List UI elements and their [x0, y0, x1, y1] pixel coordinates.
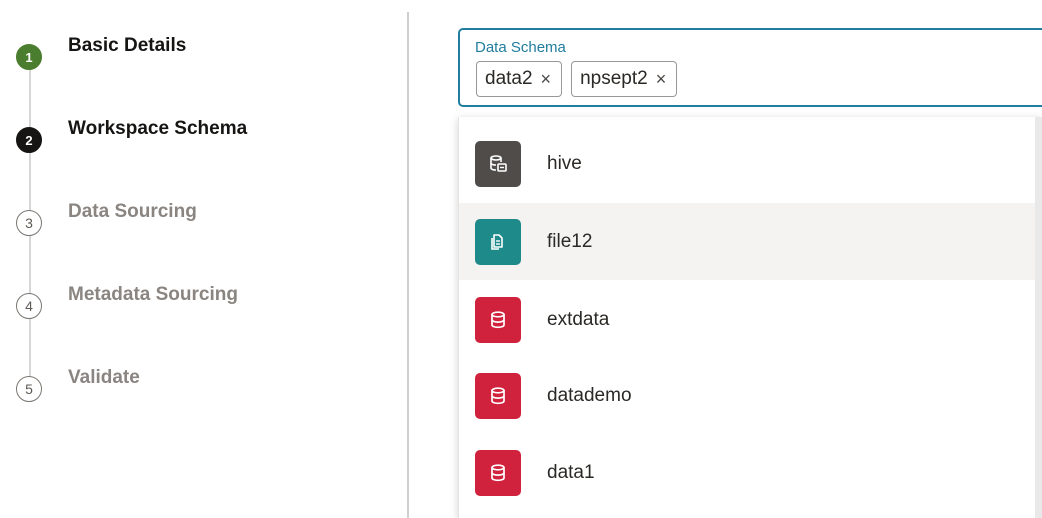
hive-database-icon — [475, 140, 521, 187]
step-validate[interactable]: 5 Validate — [0, 367, 400, 416]
dropdown-scrollbar[interactable] — [1035, 117, 1042, 518]
option-label: file12 — [547, 230, 593, 252]
step-4-label: Metadata Sourcing — [68, 284, 238, 305]
step-3-badge: 3 — [16, 210, 42, 236]
close-icon[interactable]: × — [656, 70, 667, 88]
chip-label: data2 — [485, 68, 533, 89]
step-basic-details[interactable]: 1 Basic Details — [0, 35, 400, 84]
step-workspace-schema[interactable]: 2 Workspace Schema — [0, 118, 400, 167]
step-2-label: Workspace Schema — [68, 118, 248, 139]
step-5-label: Validate — [68, 367, 140, 388]
option-label: hive — [547, 152, 582, 174]
option-label: extdata — [547, 308, 610, 330]
chip-data2: data2 × — [476, 61, 563, 97]
step-2-badge: 2 — [16, 127, 42, 153]
option-label: datademo — [547, 384, 632, 406]
file-icon — [475, 218, 521, 265]
schema-dropdown-list: hive file12 extdata datademo data1 — [458, 117, 1042, 518]
step-5-badge: 5 — [16, 376, 42, 402]
step-metadata-sourcing[interactable]: 4 Metadata Sourcing — [0, 284, 400, 333]
step-1-label: Basic Details — [68, 35, 187, 56]
close-icon[interactable]: × — [541, 70, 552, 88]
option-extdata[interactable]: extdata — [459, 281, 1035, 358]
step-data-sourcing[interactable]: 3 Data Sourcing — [0, 201, 400, 250]
option-label: data1 — [547, 461, 595, 483]
database-icon — [475, 449, 521, 496]
train-stepper: 1 Basic Details 2 Workspace Schema 3 Dat… — [0, 0, 405, 518]
database-icon — [475, 296, 521, 343]
step-3-label: Data Sourcing — [68, 201, 197, 222]
chip-npsept2: npsept2 × — [571, 61, 678, 97]
step-4-badge: 4 — [16, 293, 42, 319]
step-1-badge: 1 — [16, 44, 42, 70]
data-schema-label: Data Schema — [475, 39, 566, 56]
option-datademo[interactable]: datademo — [459, 357, 1035, 434]
option-file12[interactable]: file12 — [459, 203, 1035, 280]
option-data1[interactable]: data1 — [459, 434, 1035, 511]
vertical-divider — [407, 12, 409, 518]
data-schema-select[interactable]: Data Schema data2 × npsept2 × — [458, 28, 1042, 107]
option-hive[interactable]: hive — [459, 125, 1035, 202]
database-icon — [475, 372, 521, 419]
selected-chips: data2 × npsept2 × — [476, 61, 678, 97]
chip-label: npsept2 — [580, 68, 648, 89]
